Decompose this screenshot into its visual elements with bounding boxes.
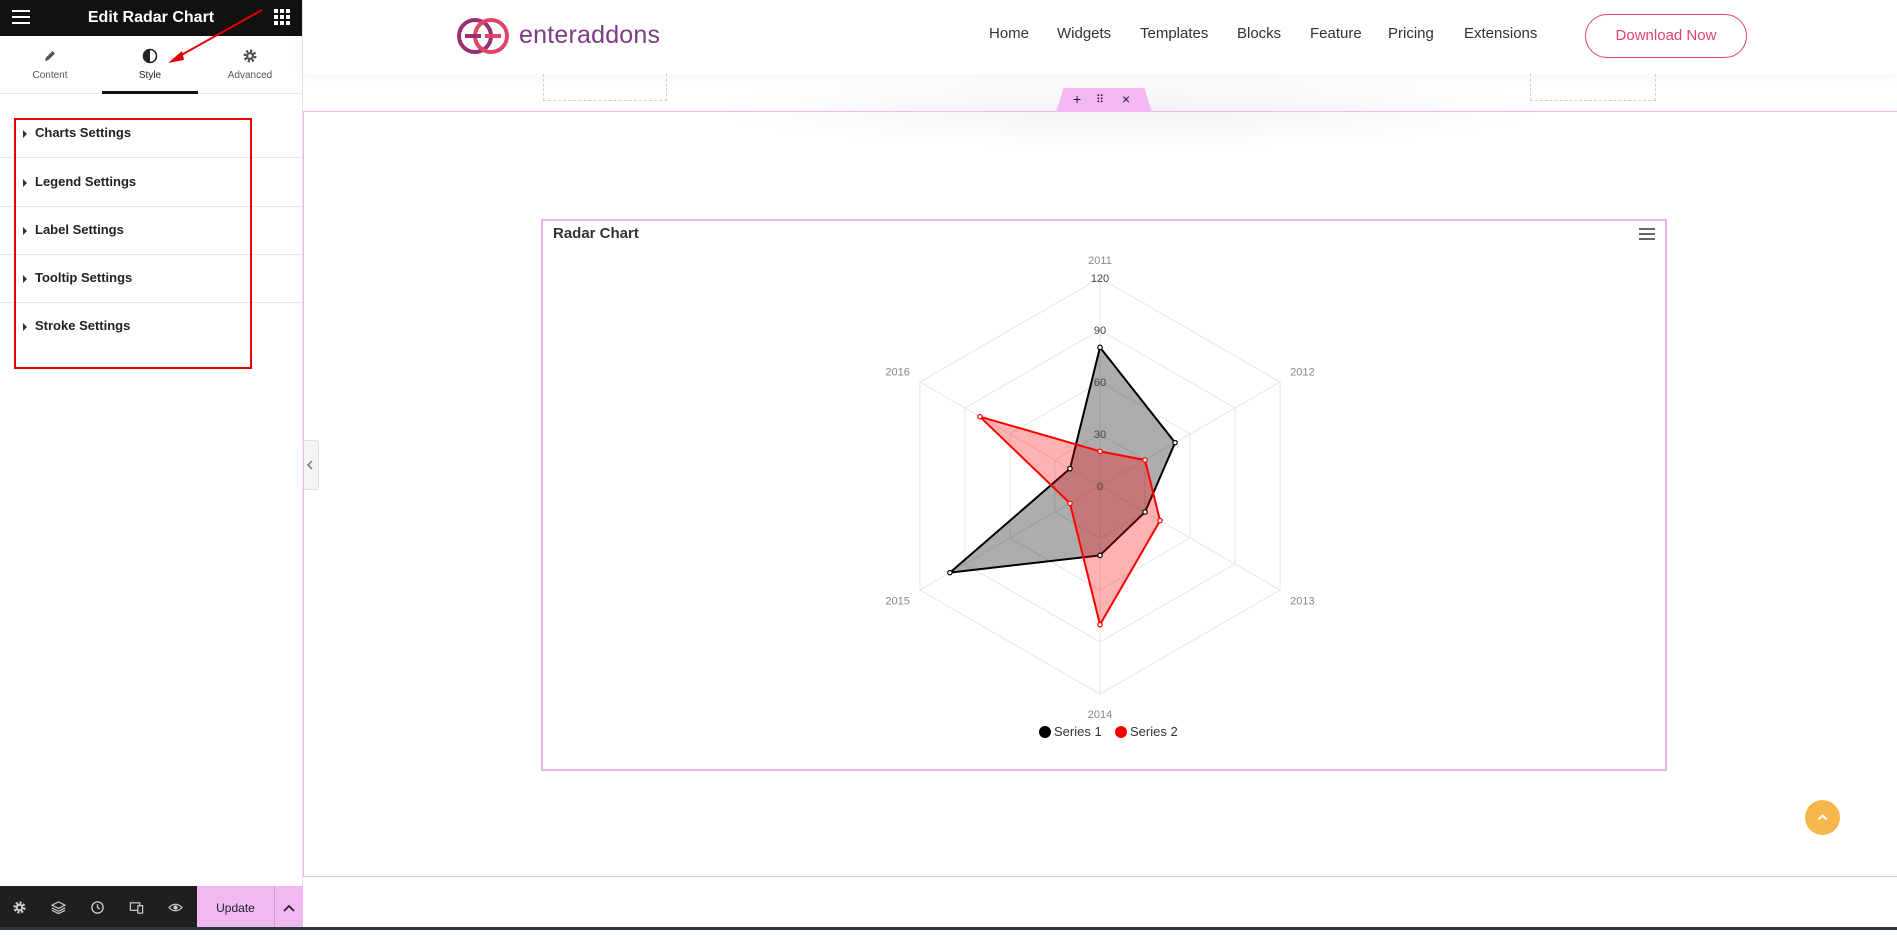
nav-extensions[interactable]: Extensions: [1464, 25, 1537, 42]
nav-pricing[interactable]: Pricing: [1388, 25, 1434, 42]
preview-eye-icon[interactable]: [156, 886, 195, 930]
radar-category-label: 2015: [885, 595, 909, 607]
radar-category-label: 2016: [885, 367, 909, 379]
chevron-up-icon: [283, 904, 295, 912]
radar-data-point: [1097, 344, 1103, 351]
layers-icon[interactable]: [39, 886, 78, 930]
settings-icon[interactable]: [0, 886, 39, 930]
radar-data-point: [1097, 448, 1103, 455]
radar-data-point: [1142, 457, 1148, 463]
site-logo[interactable]: enteraddons: [455, 14, 685, 58]
radar-data-point: [947, 569, 953, 576]
radar-chart: 0 30 60 90 120 2011 2012 2013 2014 2015 2016 Series…: [885, 255, 1314, 739]
section-toolbar: + ⠿ ×: [1056, 88, 1152, 112]
apps-grid-icon[interactable]: [274, 9, 290, 25]
tab-content-label: Content: [32, 70, 68, 81]
panel-title: Edit Radar Chart: [87, 9, 215, 26]
radar-data-point: [1142, 509, 1148, 515]
empty-column-placeholder[interactable]: [543, 74, 667, 101]
nav-templates[interactable]: Templates: [1140, 25, 1208, 42]
radar-data-point: [1067, 465, 1073, 472]
radar-data-point: [1067, 500, 1073, 507]
update-button[interactable]: Update: [197, 886, 274, 930]
radar-tick-label: 120: [1091, 273, 1109, 285]
radar-category-label: 2012: [1290, 367, 1314, 379]
nav-feature[interactable]: Feature: [1310, 25, 1362, 42]
annotation-highlight-box: [14, 118, 252, 369]
tab-style[interactable]: Style: [100, 36, 200, 94]
radar-tick-label: 0: [1097, 481, 1103, 493]
logo-mark-icon: [457, 18, 509, 54]
legend-marker: [1115, 726, 1127, 738]
nav-home[interactable]: Home: [989, 25, 1029, 42]
radar-category-label: 2014: [1088, 709, 1112, 721]
radar-tick-label: 60: [1094, 377, 1106, 389]
tab-style-label: Style: [138, 70, 162, 81]
radar-data-point: [1097, 552, 1103, 559]
radar-tick-label: 90: [1094, 325, 1106, 337]
add-section-icon[interactable]: +: [1073, 91, 1081, 107]
panel-tabs: Content Style Advanced: [0, 36, 302, 94]
tab-advanced-label: Advanced: [227, 70, 273, 81]
radar-category-label: 2013: [1290, 595, 1314, 607]
radar-data-point: [1097, 621, 1103, 628]
nav-widgets[interactable]: Widgets: [1057, 25, 1111, 42]
radar-data-point: [1157, 517, 1163, 524]
history-icon[interactable]: [78, 886, 117, 930]
scroll-to-top-button[interactable]: [1805, 800, 1840, 835]
radar-tick-label: 30: [1094, 429, 1106, 441]
tab-content[interactable]: Content: [0, 36, 100, 93]
legend-label: Series 1: [1054, 724, 1102, 739]
radar-category-label: 2011: [1088, 255, 1112, 267]
delete-section-icon[interactable]: ×: [1122, 91, 1130, 107]
download-now-button[interactable]: Download Now: [1585, 14, 1747, 58]
panel-header: Edit Radar Chart: [0, 0, 302, 36]
tab-advanced[interactable]: Advanced: [200, 36, 300, 93]
legend-marker: [1039, 726, 1051, 738]
chevron-up-icon: [1817, 814, 1828, 821]
radar-chart-widget[interactable]: Radar Chart 0 30 60 90 120 2011 2012 2013 2014 20…: [541, 219, 1667, 771]
gear-icon: [243, 49, 257, 63]
nav-blocks[interactable]: Blocks: [1237, 25, 1281, 42]
update-options-button[interactable]: [274, 886, 303, 930]
drag-handle-icon[interactable]: ⠿: [1096, 93, 1104, 106]
responsive-icon[interactable]: [117, 886, 156, 930]
legend-label: Series 2: [1130, 724, 1178, 739]
editor-panel: Edit Radar Chart Content Style Advanced …: [0, 0, 303, 930]
logo-text: enteraddons: [519, 21, 661, 49]
radar-data-point: [1172, 439, 1178, 446]
radar-data-point: [977, 413, 983, 420]
pencil-icon: [45, 51, 55, 61]
half-circle-icon: [142, 48, 158, 64]
